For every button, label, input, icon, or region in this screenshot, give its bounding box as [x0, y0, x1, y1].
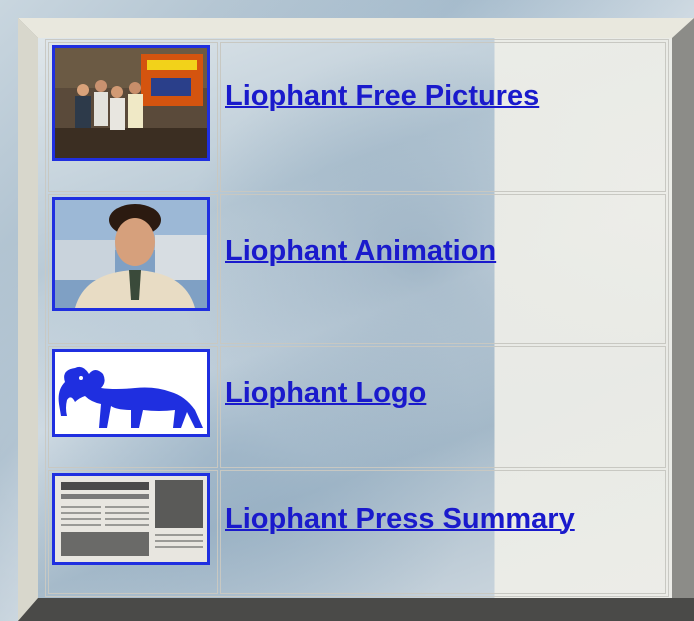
link-animation[interactable]: Liophant Animation	[225, 235, 496, 268]
table-row: Liophant Free Pictures	[48, 42, 666, 192]
newspaper-clipping-image	[55, 476, 207, 562]
frame-bevel-left	[18, 18, 38, 621]
frame-bevel-top	[18, 18, 694, 38]
thumb-link-press-summary[interactable]	[52, 473, 210, 565]
table-row: Liophant Animation	[48, 194, 666, 344]
link-press-summary[interactable]: Liophant Press Summary	[225, 503, 575, 536]
link-cell: Liophant Free Pictures	[220, 42, 666, 192]
frame-bevel-bottom	[18, 598, 694, 621]
thumb-cell	[48, 470, 218, 594]
table-row: Liophant Press Summary	[48, 470, 666, 594]
thumb-cell	[48, 42, 218, 192]
thumb-cell	[48, 346, 218, 468]
table-row: Liophant Logo	[48, 346, 666, 468]
link-free-pictures[interactable]: Liophant Free Pictures	[225, 80, 539, 113]
thumb-link-animation[interactable]	[52, 197, 210, 311]
link-cell: Liophant Logo	[220, 346, 666, 468]
liophant-logo-image	[55, 352, 207, 434]
link-cell: Liophant Animation	[220, 194, 666, 344]
people-group-photo	[55, 48, 207, 158]
thumb-cell	[48, 194, 218, 344]
thumb-link-free-pictures[interactable]	[52, 45, 210, 161]
frame-bevel-right	[672, 18, 694, 621]
man-portrait-photo	[55, 200, 207, 308]
link-logo[interactable]: Liophant Logo	[225, 377, 426, 410]
gallery-table: Liophant Free Pictures Liophant Animatio…	[45, 39, 669, 597]
thumb-link-logo[interactable]	[52, 349, 210, 437]
link-cell: Liophant Press Summary	[220, 470, 666, 594]
